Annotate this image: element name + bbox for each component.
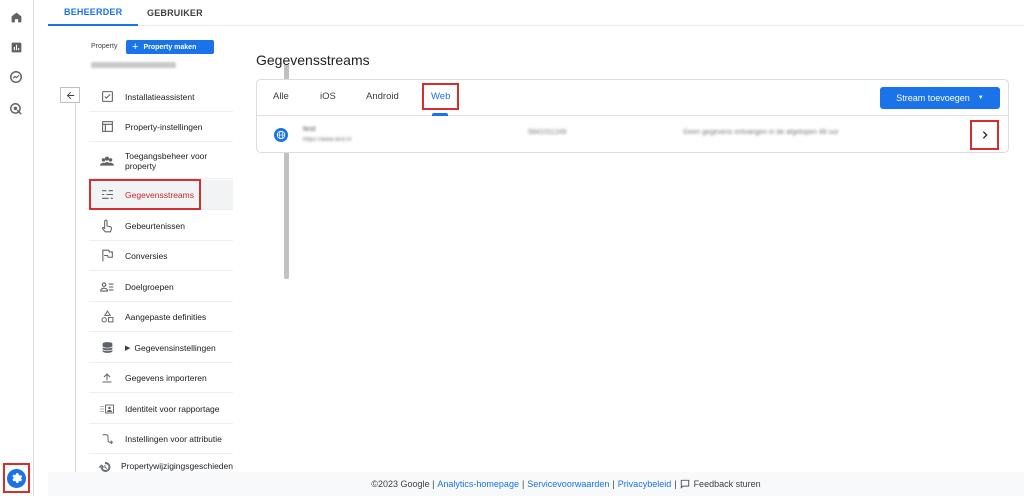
analytics-homepage-link[interactable]: Analytics-homepage bbox=[437, 479, 519, 489]
page-footer: ©2023 Google | Analytics-homepage | Servi… bbox=[48, 472, 1024, 496]
reports-icon[interactable] bbox=[6, 37, 26, 57]
sidebar-item-label: Instellingen voor attributie bbox=[125, 433, 222, 444]
back-button[interactable] bbox=[60, 87, 80, 103]
create-property-button[interactable]: + Property maken bbox=[126, 40, 214, 54]
footer-separator: | bbox=[521, 479, 525, 489]
home-icon[interactable] bbox=[6, 7, 26, 27]
audience-icon bbox=[99, 279, 115, 295]
upload-icon bbox=[99, 370, 115, 386]
stream-id: 5841011249 bbox=[528, 129, 567, 136]
history-icon bbox=[99, 461, 111, 472]
database-icon bbox=[99, 340, 115, 356]
sidebar-item-label: Gebeurtenissen bbox=[125, 220, 186, 231]
sidebar-item-label: Propertywijzigingsgeschieden bbox=[121, 461, 233, 471]
feedback-button[interactable]: Feedback sturen bbox=[680, 479, 761, 489]
property-label: Property bbox=[91, 43, 118, 50]
sidebar-item-installatieassistent[interactable]: Installatieassistent bbox=[89, 82, 233, 112]
active-tab-indicator bbox=[432, 113, 448, 116]
arrow-left-icon bbox=[66, 91, 74, 99]
sidebar-item-conversies[interactable]: Conversies bbox=[89, 241, 233, 271]
stream-status: Geen gegevens ontvangen in de afgelopen … bbox=[683, 129, 839, 136]
sidebar-item-label: Gegevens importeren bbox=[125, 372, 207, 383]
sidebar-item-wijzigingsgeschiedenis[interactable]: Propertywijzigingsgeschieden bbox=[89, 455, 233, 472]
page-title: Gegevensstreams bbox=[256, 52, 370, 68]
settings-page-icon bbox=[99, 119, 115, 135]
terms-link[interactable]: Servicevoorwaarden bbox=[527, 479, 609, 489]
admin-gear-button[interactable] bbox=[3, 463, 30, 493]
plus-icon: + bbox=[132, 41, 139, 53]
sidebar-divider bbox=[75, 103, 76, 473]
tab-ios[interactable]: iOS bbox=[320, 91, 336, 102]
sidebar-item-toegangsbeheer[interactable]: Toegangsbeheer voor property bbox=[89, 143, 233, 179]
sidebar-item-gegevens-importeren[interactable]: Gegevens importeren bbox=[89, 363, 233, 393]
sidebar-item-label: Property-instellingen bbox=[125, 121, 203, 132]
sidebar-item-property-instellingen[interactable]: Property-instellingen bbox=[89, 112, 233, 142]
tab-gebruiker[interactable]: GEBRUIKER bbox=[131, 0, 219, 26]
touch-icon bbox=[99, 218, 115, 234]
dropdown-caret-icon: ▼ bbox=[977, 95, 984, 101]
stream-type-tabs: Alle iOS Android Web Stream toevoegen ▼ bbox=[257, 80, 1008, 116]
stream-url: https://www.test.nl bbox=[303, 137, 352, 143]
privacy-link[interactable]: Privacybeleid bbox=[618, 479, 672, 489]
shapes-icon bbox=[99, 309, 115, 325]
sidebar-item-identiteit-rapportage[interactable]: Identiteit voor rapportage bbox=[89, 394, 233, 424]
streams-card: Alle iOS Android Web Stream toevoegen ▼ … bbox=[256, 79, 1009, 153]
sidebar-item-aangepaste-definities[interactable]: Aangepaste definities bbox=[89, 302, 233, 332]
sidebar-item-attributie[interactable]: Instellingen voor attributie bbox=[89, 424, 233, 454]
web-tab-highlight-box bbox=[422, 83, 459, 110]
left-nav-rail bbox=[0, 0, 34, 496]
identity-icon bbox=[99, 401, 115, 417]
footer-separator: | bbox=[612, 479, 615, 489]
add-stream-label: Stream toevoegen bbox=[896, 93, 970, 103]
tab-alle[interactable]: Alle bbox=[273, 91, 289, 102]
stream-name: test bbox=[303, 126, 316, 133]
sidebar-item-label: Conversies bbox=[125, 250, 168, 261]
feedback-label: Feedback sturen bbox=[693, 479, 761, 489]
admin-tabs: BEHEERDER GEBRUIKER bbox=[48, 0, 1024, 26]
people-icon bbox=[99, 153, 115, 169]
tab-android[interactable]: Android bbox=[366, 91, 399, 102]
sidebar-item-label: Doelgroepen bbox=[125, 281, 174, 292]
property-name-blurred bbox=[91, 62, 176, 68]
sidebar-item-label: Installatieassistent bbox=[125, 91, 195, 102]
attribution-icon bbox=[99, 431, 115, 447]
sidebar-item-label: Toegangsbeheer voor property bbox=[125, 150, 208, 171]
globe-icon bbox=[274, 128, 288, 142]
open-stream-button[interactable] bbox=[970, 120, 999, 150]
sidebar-item-label: Aangepaste definities bbox=[125, 311, 207, 322]
sidebar-item-label: Identiteit voor rapportage bbox=[125, 403, 220, 414]
footer-separator: | bbox=[674, 479, 677, 489]
tab-beheerder[interactable]: BEHEERDER bbox=[48, 0, 139, 26]
gear-icon bbox=[7, 468, 26, 488]
chevron-right-icon bbox=[982, 131, 988, 139]
flag-icon bbox=[99, 248, 115, 264]
checklist-icon bbox=[99, 89, 115, 105]
create-property-label: Property maken bbox=[143, 43, 197, 51]
feedback-icon bbox=[680, 479, 689, 489]
sidebar-item-label: Gegevensinstellingen bbox=[134, 342, 216, 353]
sidebar-item-doelgroepen[interactable]: Doelgroepen bbox=[89, 272, 233, 302]
add-stream-button[interactable]: Stream toevoegen ▼ bbox=[880, 87, 1000, 109]
copyright-text: ©2023 Google | bbox=[371, 479, 435, 489]
caret-right-icon: ▶ bbox=[125, 344, 131, 352]
advertising-icon[interactable] bbox=[6, 99, 26, 119]
sidebar-item-gegevensinstellingen[interactable]: ▶ Gegevensinstellingen bbox=[89, 333, 233, 363]
stream-row[interactable]: test https://www.test.nl 5841011249 Geen… bbox=[257, 117, 1008, 153]
explore-icon[interactable] bbox=[6, 67, 26, 87]
gegevensstreams-highlight-box bbox=[89, 179, 201, 210]
sidebar-item-gebeurtenissen[interactable]: Gebeurtenissen bbox=[89, 211, 233, 241]
